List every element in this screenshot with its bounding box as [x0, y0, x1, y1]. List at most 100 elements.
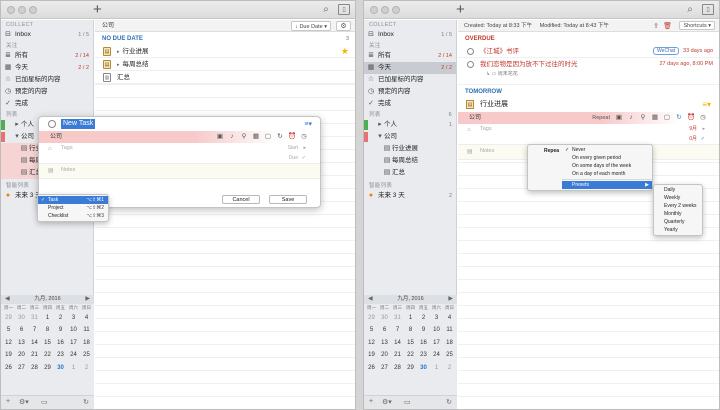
calendar-day[interactable]: 10 — [430, 324, 443, 336]
reminder-icon[interactable]: ▢ — [663, 114, 671, 122]
start-chevron-icon[interactable]: ▸ — [702, 124, 705, 134]
search-icon[interactable]: ⌕ — [320, 4, 332, 15]
preset-quarterly[interactable]: Quarterly — [654, 218, 702, 226]
alarm-icon[interactable]: ⏰ — [687, 114, 695, 122]
calendar-day[interactable]: 27 — [378, 362, 391, 374]
calendar-day[interactable]: 7 — [391, 324, 404, 336]
add-list-icon[interactable]: + — [369, 398, 373, 405]
calendar-day[interactable]: 1 — [404, 312, 417, 324]
calendar-day[interactable]: 15 — [41, 337, 54, 349]
calendar-day[interactable]: 4 — [80, 312, 93, 324]
calendar-day[interactable]: 30 — [15, 312, 28, 324]
sidebar-item-inbox[interactable]: ⊟ Inbox 1 / 5 — [364, 29, 456, 41]
task-type-icon[interactable]: ≡▾ — [702, 98, 711, 112]
sidebar-item-inbox[interactable]: ⊟ Inbox 1 / 5 — [1, 29, 93, 41]
calendar-day[interactable]: 21 — [391, 349, 404, 361]
sidebar-subitem[interactable]: ▤ 行业进展 — [364, 143, 456, 155]
task-row[interactable]: ▤ ▸ 每周总结 — [95, 58, 355, 71]
calendar-day[interactable]: 2 — [54, 312, 67, 324]
repeat-option-never[interactable]: ✓ Never — [562, 146, 652, 154]
microphone-icon[interactable]: ♪ — [228, 133, 236, 141]
calendar-day[interactable]: 31 — [28, 312, 41, 324]
shortcuts-button[interactable]: Shortcuts ▾ — [679, 21, 715, 30]
close-window-button[interactable] — [7, 6, 15, 14]
repeat-option-day-of-month[interactable]: On a day of each month — [562, 170, 652, 178]
calendar-day[interactable]: 30 — [54, 362, 67, 374]
due-row[interactable]: Due ✓ — [39, 153, 320, 163]
menu-item-checklist[interactable]: Checklist ⌥⇧⌘3 — [38, 212, 108, 220]
sidebar-item-all[interactable]: ≣ 所有 2 / 14 — [364, 50, 456, 62]
calendar-day[interactable]: 18 — [443, 337, 456, 349]
calendar-day[interactable]: 28 — [391, 362, 404, 374]
calendar-day[interactable]: 9 — [54, 324, 67, 336]
calendar-day[interactable]: 15 — [404, 337, 417, 349]
alarm-icon[interactable]: ⏰ — [288, 133, 296, 141]
close-window-button[interactable] — [370, 6, 378, 14]
repeat-option-presets[interactable]: Presets ▶ — [562, 181, 652, 189]
reminder-icon[interactable]: ▢ — [264, 133, 272, 141]
calendar-day[interactable]: 5 — [365, 324, 378, 336]
disclosure-icon[interactable]: ▸ — [117, 49, 120, 55]
calendar-day[interactable]: 29 — [365, 312, 378, 324]
task-row[interactable]: 《江城》书评 WeChat 33 days ago — [458, 45, 719, 58]
start-chevron-icon[interactable]: ▸ — [303, 143, 306, 153]
prev-month-icon[interactable]: ◀ — [368, 295, 373, 304]
calendar-day[interactable]: 29 — [41, 362, 54, 374]
minimize-window-button[interactable] — [18, 6, 26, 14]
calendar-day[interactable]: 25 — [80, 349, 93, 361]
task-checkbox[interactable] — [48, 120, 56, 128]
sync-icon[interactable]: ↻ — [446, 398, 452, 406]
calendar-day[interactable]: 19 — [2, 349, 15, 361]
image-icon[interactable]: ▣ — [216, 133, 224, 141]
tags-row[interactable]: ⌂ Tags Start ▸ — [39, 143, 320, 153]
add-list-icon[interactable]: + — [6, 398, 10, 405]
tag-icon[interactable]: ▭ — [404, 398, 411, 406]
due-check-icon[interactable]: ✓ — [302, 153, 306, 163]
sidebar-item-done[interactable]: ✓ 完成 — [364, 98, 456, 110]
task-row[interactable]: ▥ 汇总 — [95, 71, 355, 84]
sidebar-item-scheduled[interactable]: ◷ 预定的内容 — [364, 86, 456, 98]
tag-icon[interactable]: ▭ — [41, 398, 48, 406]
calendar-day[interactable]: 3 — [67, 312, 80, 324]
due-check-icon[interactable]: ✓ — [701, 134, 705, 144]
disclosure-icon[interactable]: ▸ — [376, 121, 384, 129]
calendar-day[interactable]: 31 — [391, 312, 404, 324]
sidebar-icon[interactable]: ▯ — [702, 4, 714, 15]
calendar-day[interactable]: 29 — [2, 312, 15, 324]
sidebar-item-today[interactable]: ▦ 今天 2 / 2 — [1, 62, 93, 74]
preset-monthly[interactable]: Monthly — [654, 210, 702, 218]
calendar-day[interactable]: 25 — [443, 349, 456, 361]
calendar-day[interactable]: 18 — [80, 337, 93, 349]
prev-month-icon[interactable]: ◀ — [5, 295, 10, 304]
add-icon[interactable]: + — [93, 1, 102, 19]
calendar-day[interactable]: 17 — [67, 337, 80, 349]
task-row[interactable]: 我们恋物是因为放不下过往的时光 27 days ago, 8:00 PM — [458, 58, 719, 71]
preset-daily[interactable]: Daily — [654, 186, 702, 194]
calendar-day[interactable]: 8 — [404, 324, 417, 336]
preset-weekly[interactable]: Weekly — [654, 194, 702, 202]
disclosure-open-icon[interactable]: ▾ — [13, 133, 21, 141]
sidebar-item-personal[interactable]: ▸ 个人 1 — [364, 119, 456, 131]
calendar-day[interactable]: 1 — [67, 362, 80, 374]
task-tag[interactable]: WeChat — [653, 47, 680, 55]
save-button[interactable]: Save — [269, 195, 307, 204]
sidebar-item-scheduled[interactable]: ◷ 预定的内容 — [1, 86, 93, 98]
task-checkbox[interactable] — [467, 48, 474, 55]
disclosure-open-icon[interactable]: ▾ — [376, 133, 384, 141]
calendar-day[interactable]: 24 — [67, 349, 80, 361]
image-icon[interactable]: ▣ — [615, 114, 623, 122]
calendar-day[interactable]: 19 — [365, 349, 378, 361]
zoom-window-button[interactable] — [29, 6, 37, 14]
sidebar-item-today[interactable]: ▦ 今天 2 / 2 — [364, 62, 456, 74]
calendar-day[interactable]: 20 — [15, 349, 28, 361]
clock-icon[interactable]: ◷ — [699, 114, 707, 122]
minimize-window-button[interactable] — [381, 6, 389, 14]
sidebar-item-starred[interactable]: ☆ 已加星标的内容 — [1, 74, 93, 86]
disclosure-icon[interactable]: ▸ — [117, 62, 120, 68]
editor-project-row[interactable]: 公司 ▣ ♪ ⚲ ▦ ▢ ↻ ⏰ ◷ — [39, 131, 320, 143]
calendar-icon[interactable]: ▦ — [252, 133, 260, 141]
calendar-day[interactable]: 23 — [54, 349, 67, 361]
calendar-icon[interactable]: ▦ — [651, 114, 659, 122]
calendar-day[interactable]: 7 — [28, 324, 41, 336]
view-options-gear-icon[interactable]: ⚙ — [336, 21, 351, 31]
